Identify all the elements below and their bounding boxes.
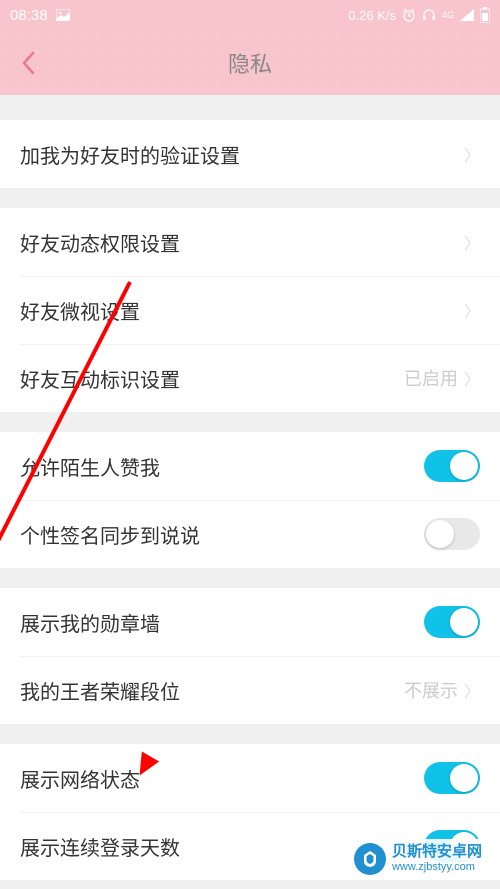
network-status-row: 展示网络状态 [0,744,500,812]
network-speed: 0.26 K/s [348,8,396,23]
row-label: 展示我的勋章墙 [20,608,160,637]
row-label: 我的王者荣耀段位 [20,676,180,705]
watermark: 贝斯特安卓网 www.zjbstyy.com [346,839,490,879]
moments-privacy-row[interactable]: 好友动态权限设置 〉 [0,208,500,276]
page-title: 隐私 [228,47,272,79]
stranger-like-toggle[interactable] [424,450,480,482]
chevron-right-icon: 〉 [464,366,480,390]
row-label: 展示网络状态 [20,764,140,793]
settings-group: 展示我的勋章墙 我的王者荣耀段位 不展示 〉 [0,588,500,724]
settings-content: 加我为好友时的验证设置 〉 好友动态权限设置 〉 好友微视设置 〉 好友互动标识… [0,120,500,880]
settings-group: 加我为好友时的验证设置 〉 [0,120,500,188]
settings-group: 允许陌生人赞我 个性签名同步到说说 [0,432,500,568]
medal-wall-toggle[interactable] [424,606,480,638]
signature-sync-toggle[interactable] [424,518,480,550]
network-4g: 4G [442,10,454,20]
watermark-icon [354,843,386,875]
row-value: 已启用 [404,365,458,391]
medal-wall-row: 展示我的勋章墙 [0,588,500,656]
image-icon [56,9,70,21]
signature-sync-row: 个性签名同步到说说 [0,500,500,568]
watermark-title: 贝斯特安卓网 [392,843,482,861]
row-label: 加我为好友时的验证设置 [20,140,240,169]
battery-icon [480,7,490,23]
row-label: 允许陌生人赞我 [20,452,160,481]
chevron-right-icon: 〉 [464,298,480,322]
row-label: 展示连续登录天数 [20,832,180,861]
row-label: 好友互动标识设置 [20,364,180,393]
interaction-badge-row[interactable]: 好友互动标识设置 已启用 〉 [0,344,500,412]
weishi-settings-row[interactable]: 好友微视设置 〉 [0,276,500,344]
king-glory-rank-row[interactable]: 我的王者荣耀段位 不展示 〉 [0,656,500,724]
verify-settings-row[interactable]: 加我为好友时的验证设置 〉 [0,120,500,188]
status-bar: 08:38 0.26 K/s 4G [0,0,500,30]
row-value: 不展示 [404,677,458,703]
row-label: 个性签名同步到说说 [20,520,200,549]
watermark-url: www.zjbstyy.com [392,861,482,874]
signal-icon [460,9,474,21]
status-time: 08:38 [10,7,48,24]
row-label: 好友微视设置 [20,296,140,325]
chevron-right-icon: 〉 [464,142,480,166]
header: 隐私 [0,30,500,95]
chevron-right-icon: 〉 [464,678,480,702]
stranger-like-row: 允许陌生人赞我 [0,432,500,500]
alarm-icon [402,8,416,22]
settings-group: 好友动态权限设置 〉 好友微视设置 〉 好友互动标识设置 已启用 〉 [0,208,500,412]
row-label: 好友动态权限设置 [20,228,180,257]
back-button[interactable] [8,43,48,83]
network-status-toggle[interactable] [424,762,480,794]
headphone-icon [422,8,436,22]
chevron-right-icon: 〉 [464,230,480,254]
